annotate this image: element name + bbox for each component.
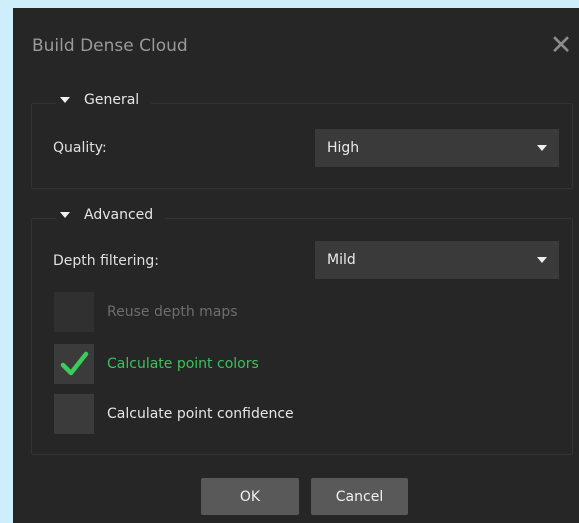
reuse-depth-maps-label: Reuse depth maps xyxy=(107,304,238,320)
reuse-depth-maps-checkbox-row: Reuse depth maps xyxy=(54,292,238,332)
ok-button[interactable]: OK xyxy=(201,478,299,515)
quality-label: Quality: xyxy=(53,140,107,156)
dialog-title: Build Dense Cloud xyxy=(32,36,188,56)
build-dense-cloud-dialog: Build Dense Cloud ✕ General Quality: Hig… xyxy=(13,8,579,523)
calculate-point-confidence-checkbox[interactable] xyxy=(54,394,94,434)
calculate-point-confidence-checkbox-row[interactable]: Calculate point confidence xyxy=(54,394,294,434)
depth-filtering-select-value: Mild xyxy=(327,252,356,268)
calculate-point-confidence-label: Calculate point confidence xyxy=(107,406,294,422)
advanced-group: Advanced Depth filtering: Mild Reuse dep… xyxy=(31,207,573,455)
calculate-point-colors-checkbox-row[interactable]: Calculate point colors xyxy=(54,344,259,384)
calculate-point-colors-checkbox[interactable] xyxy=(54,344,94,384)
advanced-header-label: Advanced xyxy=(84,207,154,223)
general-header-label: General xyxy=(84,92,140,108)
collapse-triangle-icon xyxy=(60,212,70,218)
reuse-depth-maps-checkbox xyxy=(54,292,94,332)
calculate-point-colors-label: Calculate point colors xyxy=(107,356,259,372)
cancel-button[interactable]: Cancel xyxy=(311,478,408,515)
quality-select[interactable]: High xyxy=(315,129,559,167)
depth-filtering-label: Depth filtering: xyxy=(53,253,160,269)
depth-filtering-select[interactable]: Mild xyxy=(315,241,559,279)
checkmark-icon xyxy=(60,351,89,376)
chevron-down-icon xyxy=(537,145,547,151)
general-group: General Quality: High xyxy=(31,92,573,189)
advanced-group-header[interactable]: Advanced xyxy=(56,207,166,223)
quality-select-value: High xyxy=(327,140,360,156)
close-icon[interactable]: ✕ xyxy=(549,32,573,59)
collapse-triangle-icon xyxy=(60,97,70,103)
general-group-header[interactable]: General xyxy=(56,92,152,108)
chevron-down-icon xyxy=(537,257,547,263)
